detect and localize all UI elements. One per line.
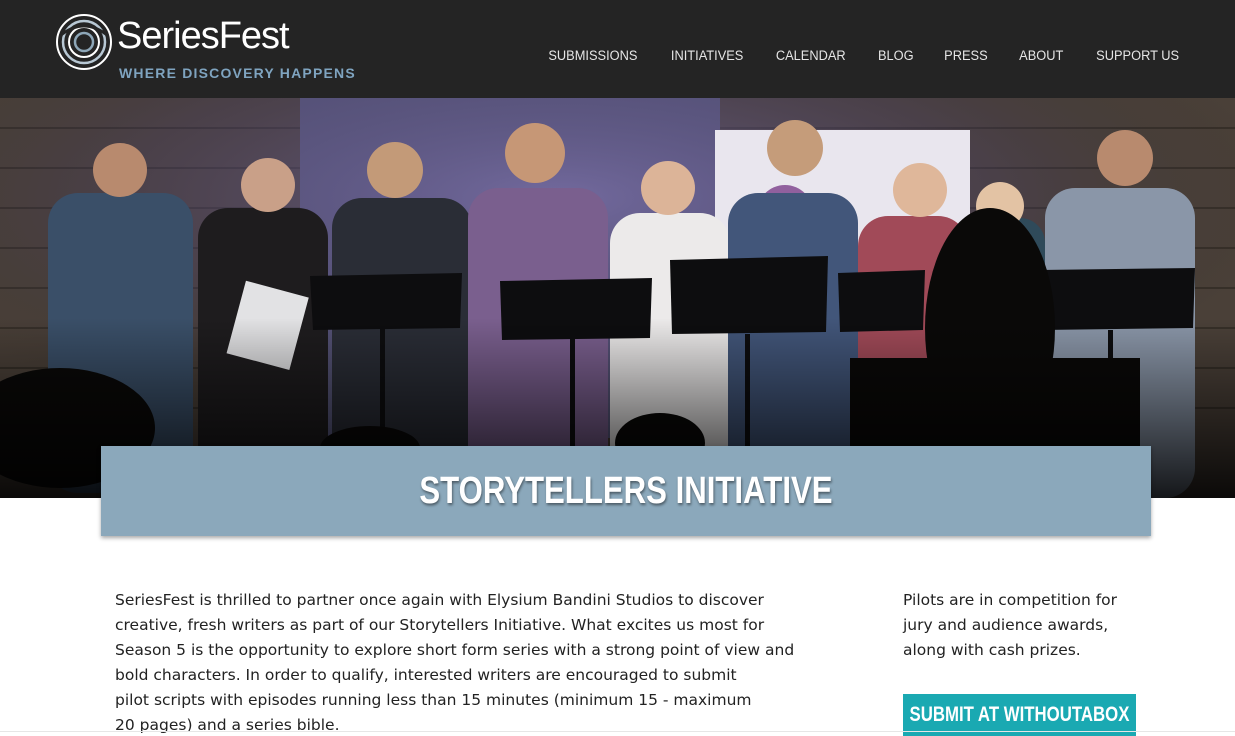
sidebar-line: along with cash prizes. [903,641,1081,659]
logo-rings-icon [56,14,112,70]
intro-line: pilot scripts with episodes running less… [115,691,752,709]
main-nav: SUBMISSIONS INITIATIVES CALENDAR BLOG PR… [517,48,1181,63]
intro-line: bold characters. In order to qualify, in… [115,666,737,684]
nav-about[interactable]: ABOUT [1019,48,1063,63]
intro-line: SeriesFest is thrilled to partner once a… [115,591,764,609]
site-header: SeriesFest WHERE DISCOVERY HAPPENS SUBMI… [0,0,1235,98]
intro-line: 20 pages) and a series bible. [115,716,340,734]
submit-withoutabox-button[interactable]: SUBMIT AT WITHOUTABOX [903,694,1136,736]
sidebar-text: Pilots are in competition for jury and a… [903,588,1143,663]
sidebar-line: jury and audience awards, [903,616,1109,634]
nav-initiatives[interactable]: INITIATIVES [671,48,743,63]
nav-support-us[interactable]: SUPPORT US [1096,48,1179,63]
nav-calendar[interactable]: CALENDAR [776,48,846,63]
intro-line: creative, fresh writers as part of our S… [115,616,765,634]
seriesfest-logo[interactable]: SeriesFest WHERE DISCOVERY HAPPENS [55,11,355,86]
sidebar-line: Pilots are in competition for [903,591,1118,609]
nav-blog[interactable]: BLOG [878,48,914,63]
intro-paragraph: SeriesFest is thrilled to partner once a… [115,588,795,736]
intro-line: Season 5 is the opportunity to explore s… [115,641,795,659]
nav-press[interactable]: PRESS [945,48,988,63]
divider [0,731,1235,732]
logo-tagline: WHERE DISCOVERY HAPPENS [119,65,356,81]
nav-submissions[interactable]: SUBMISSIONS [549,48,638,63]
page-title: STORYTELLERS INITIATIVE [419,469,833,512]
hero-illustration [0,98,1235,498]
submit-button-label: SUBMIT AT WITHOUTABOX [909,703,1130,726]
logo-wordmark: SeriesFest [117,15,290,57]
page-title-banner: STORYTELLERS INITIATIVE [101,446,1151,536]
hero-photo [0,98,1235,498]
